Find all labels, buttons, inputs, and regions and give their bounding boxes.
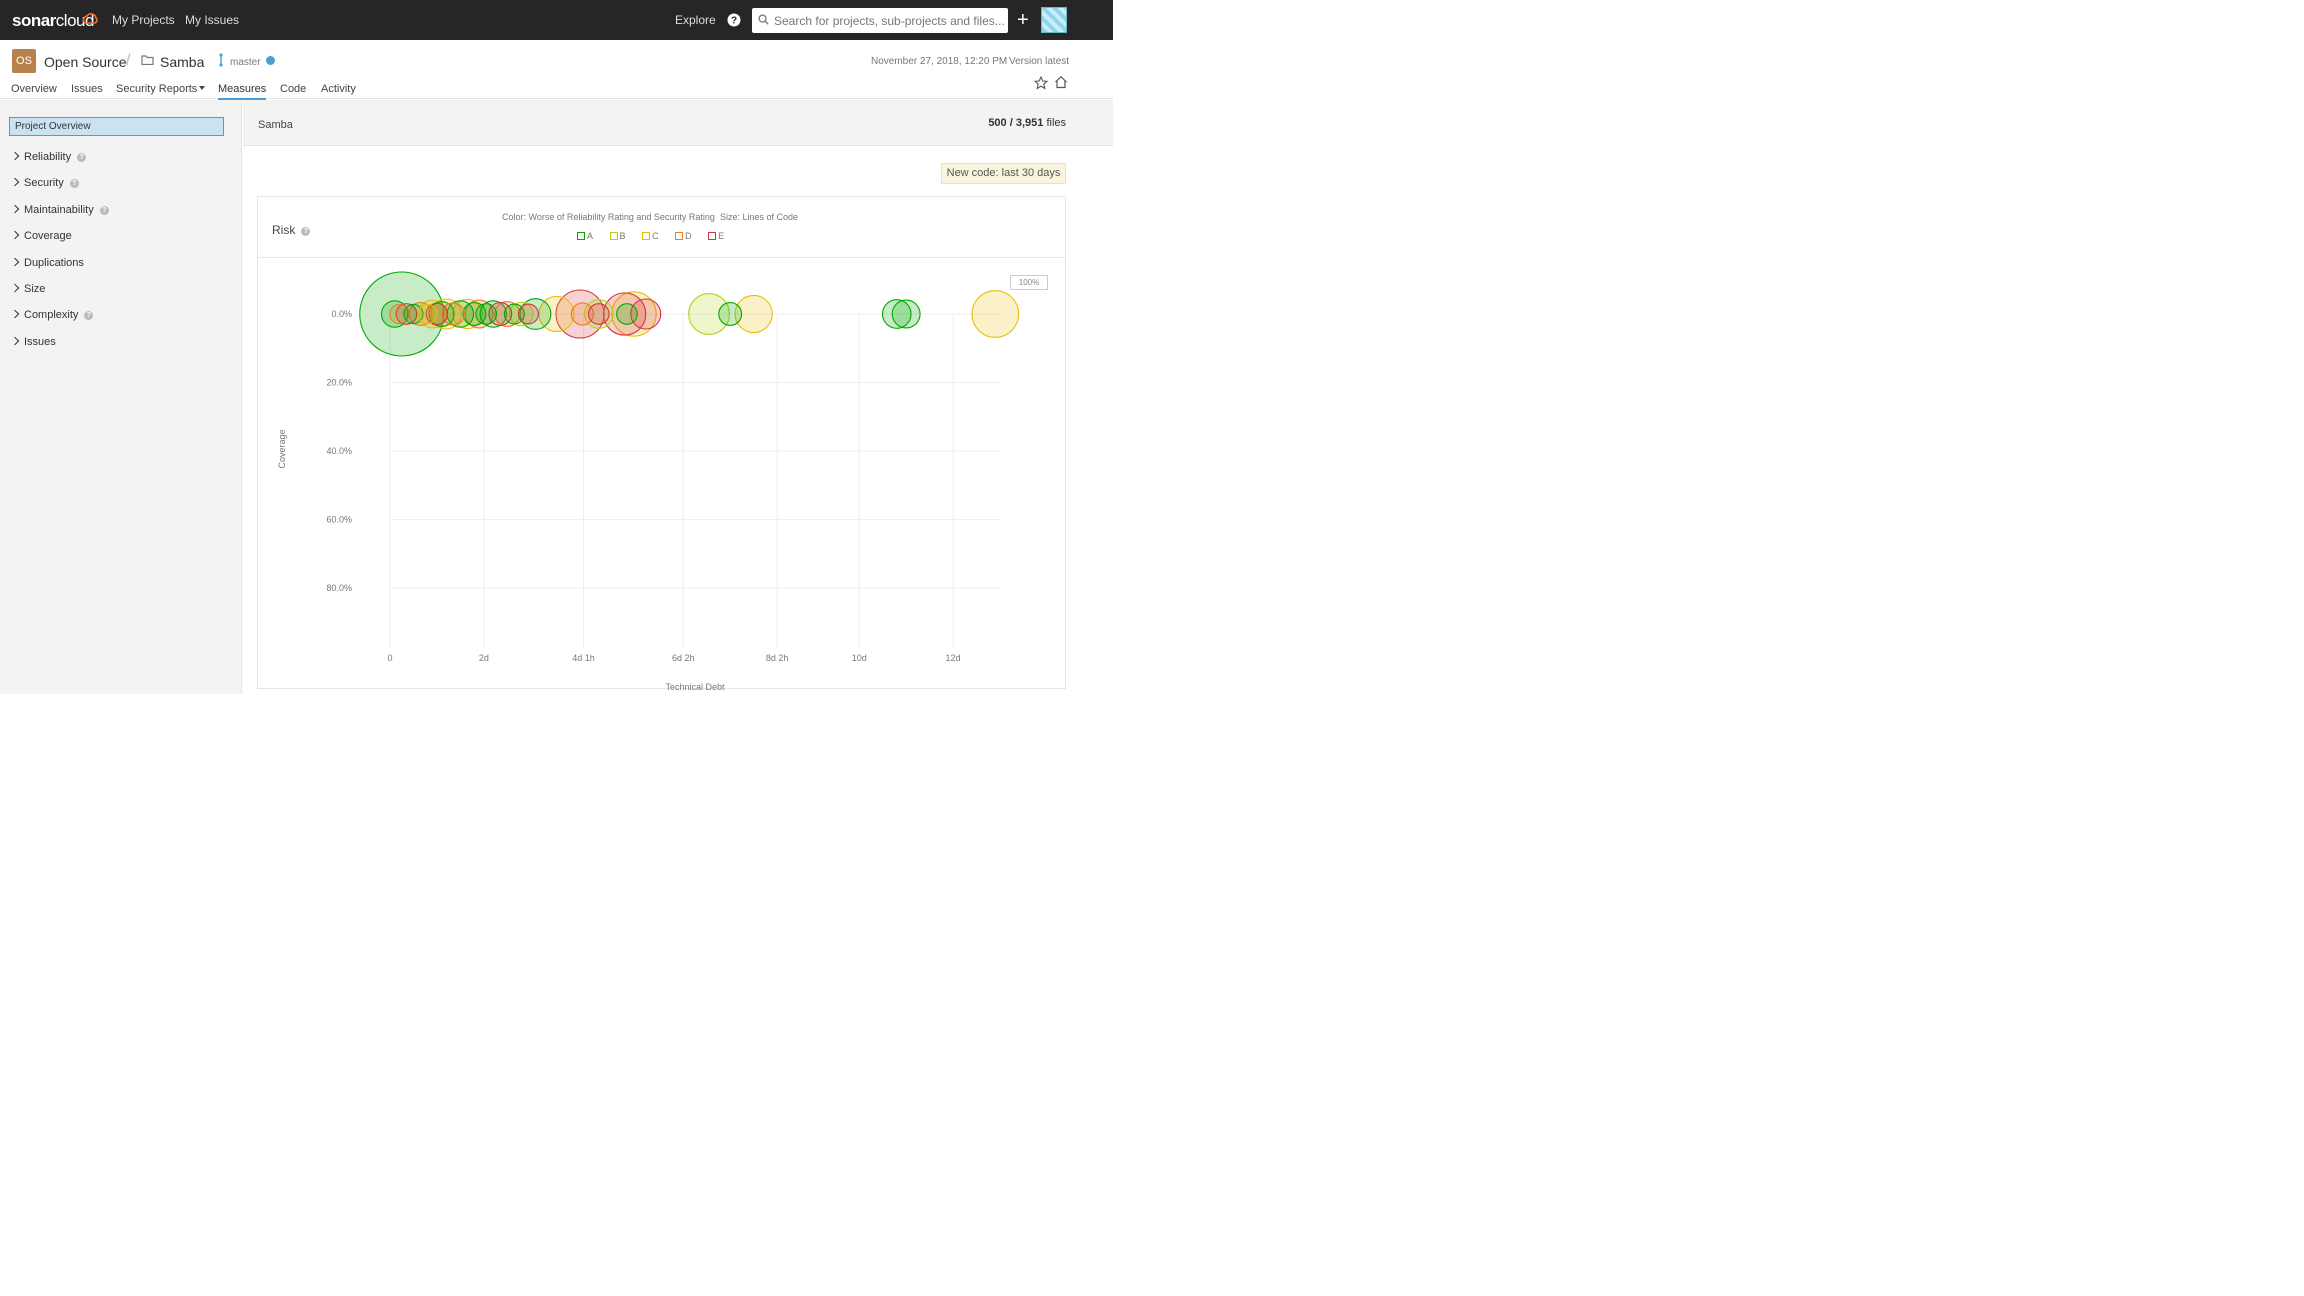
logo-text: sonar <box>12 11 56 30</box>
tab-issues[interactable]: Issues <box>71 83 103 98</box>
nav-my-issues[interactable]: My Issues <box>185 13 239 27</box>
sonarcloud-logo-icon <box>82 13 98 24</box>
sidebar-item-label: Coverage <box>24 230 72 242</box>
sidebar-item-security[interactable]: Security? <box>10 177 79 189</box>
x-tick-label: 4d 1h <box>572 653 595 663</box>
top-navbar: sonarcloud My Projects My Issues Explore… <box>0 0 1113 40</box>
x-tick-label: 12d <box>946 653 961 663</box>
bubble-point[interactable] <box>517 303 539 325</box>
avatar[interactable] <box>1041 7 1067 33</box>
sidebar-item-duplications[interactable]: Duplications <box>10 257 84 269</box>
bubble-chart[interactable]: 0.0% 20.0% 40.0% 60.0% 80.0% 0 2d 4d 1h 6d 2h 8d … <box>258 197 1067 690</box>
favorite-star-icon[interactable] <box>1034 76 1048 90</box>
branch-icon <box>219 53 223 67</box>
nav-my-projects[interactable]: My Projects <box>112 13 175 27</box>
y-tick-label: 60.0% <box>326 515 352 525</box>
x-tick-label: 8d 2h <box>766 653 789 663</box>
sidebar-item-issues[interactable]: Issues <box>10 336 56 348</box>
help-icon[interactable]: ? <box>727 13 741 27</box>
bubble-point[interactable] <box>971 290 1020 338</box>
chevron-right-icon <box>10 336 20 346</box>
plus-icon[interactable]: + <box>1017 10 1029 30</box>
chevron-right-icon <box>10 257 20 267</box>
sidebar-item-label: Security <box>24 177 64 189</box>
help-icon[interactable]: ? <box>84 311 94 320</box>
sidebar-item-label: Reliability <box>24 151 72 163</box>
bubble-point[interactable] <box>616 303 638 325</box>
tab-measures[interactable]: Measures <box>218 83 267 100</box>
sidebar-project-overview[interactable]: Project Overview <box>9 117 224 136</box>
risk-chart-panel: Risk? Color: Worse of Reliability Rating… <box>257 196 1067 690</box>
sidebar-item-size[interactable]: Size <box>10 283 46 295</box>
y-tick-label: 0.0% <box>331 309 352 319</box>
sidebar-item-label: Size <box>24 283 46 295</box>
caret-down-icon <box>199 86 206 90</box>
x-tick-label: 10d <box>852 653 867 663</box>
files-count: 500 / 3,951 files <box>988 117 1066 129</box>
breadcrumb-org[interactable]: Open Source <box>44 54 127 70</box>
sidebar-item-reliability[interactable]: Reliability? <box>10 151 87 163</box>
global-search[interactable] <box>752 8 1008 33</box>
files-count-value: 500 / 3,951 <box>988 117 1044 129</box>
nav-explore[interactable]: Explore <box>675 13 716 27</box>
y-tick-label: 20.0% <box>326 378 352 388</box>
tab-security-reports-label: Security Reports <box>116 83 198 95</box>
project-version: Version latest <box>1009 56 1070 67</box>
help-icon[interactable]: ? <box>77 153 87 162</box>
help-icon[interactable]: ? <box>99 206 109 215</box>
project-header: OS Open Source / Samba master November 2… <box>0 40 1113 100</box>
tab-security-reports[interactable]: Security Reports <box>116 83 206 98</box>
chevron-right-icon <box>10 230 20 240</box>
branch-settings-icon[interactable] <box>266 56 275 65</box>
project-icon <box>141 55 154 65</box>
tab-code[interactable]: Code <box>280 83 306 98</box>
x-tick-label: 2d <box>479 653 489 663</box>
bubble-point[interactable] <box>587 303 610 325</box>
x-tick-label: 0 <box>387 653 392 663</box>
sidebar-item-label: Duplications <box>24 257 84 269</box>
search-icon <box>758 14 769 25</box>
chevron-right-icon <box>10 283 20 293</box>
home-icon[interactable] <box>1054 75 1068 89</box>
component-bar: Samba 500 / 3,951 files <box>243 100 1113 146</box>
chevron-right-icon <box>10 309 20 319</box>
bubble-point[interactable] <box>718 302 743 326</box>
breadcrumb-project[interactable]: Samba <box>160 54 204 70</box>
x-axis-label: Technical Debt <box>665 682 725 690</box>
chevron-right-icon <box>10 177 20 187</box>
svg-text:?: ? <box>731 16 737 27</box>
sidebar-item-maintainability[interactable]: Maintainability? <box>10 204 109 216</box>
search-input[interactable] <box>774 8 1004 33</box>
sidebar-item-label: Issues <box>24 336 56 348</box>
files-count-unit: files <box>1046 117 1066 129</box>
sidebar-item-label: Maintainability <box>24 204 94 216</box>
tab-activity[interactable]: Activity <box>321 83 356 98</box>
sidebar-item-complexity[interactable]: Complexity? <box>10 309 94 321</box>
analysis-date: November 27, 2018, 12:20 PM <box>871 56 1008 67</box>
sidebar-item-coverage[interactable]: Coverage <box>10 230 72 242</box>
y-tick-label: 80.0% <box>326 583 352 593</box>
tab-overview[interactable]: Overview <box>11 83 57 98</box>
bubble-point[interactable] <box>417 303 438 325</box>
help-icon[interactable]: ? <box>69 179 79 188</box>
measures-sidebar: Project Overview Reliability? Security? … <box>0 100 242 694</box>
y-axis-label: Coverage <box>277 429 287 468</box>
bubble-point[interactable] <box>891 299 921 329</box>
zoom-reset-button[interactable]: 100% <box>1010 275 1048 290</box>
org-avatar[interactable]: OS <box>12 49 36 73</box>
sidebar-item-label: Complexity <box>24 309 79 321</box>
x-tick-label: 6d 2h <box>672 653 695 663</box>
chevron-right-icon <box>10 204 20 214</box>
chevron-right-icon <box>10 151 20 161</box>
component-breadcrumb[interactable]: Samba <box>258 119 293 131</box>
bubble-point[interactable] <box>475 303 498 325</box>
y-tick-label: 40.0% <box>326 446 352 456</box>
breadcrumb-separator: / <box>126 52 131 69</box>
branch-selector[interactable]: master <box>230 57 261 68</box>
new-code-period-badge: New code: last 30 days <box>941 163 1066 184</box>
